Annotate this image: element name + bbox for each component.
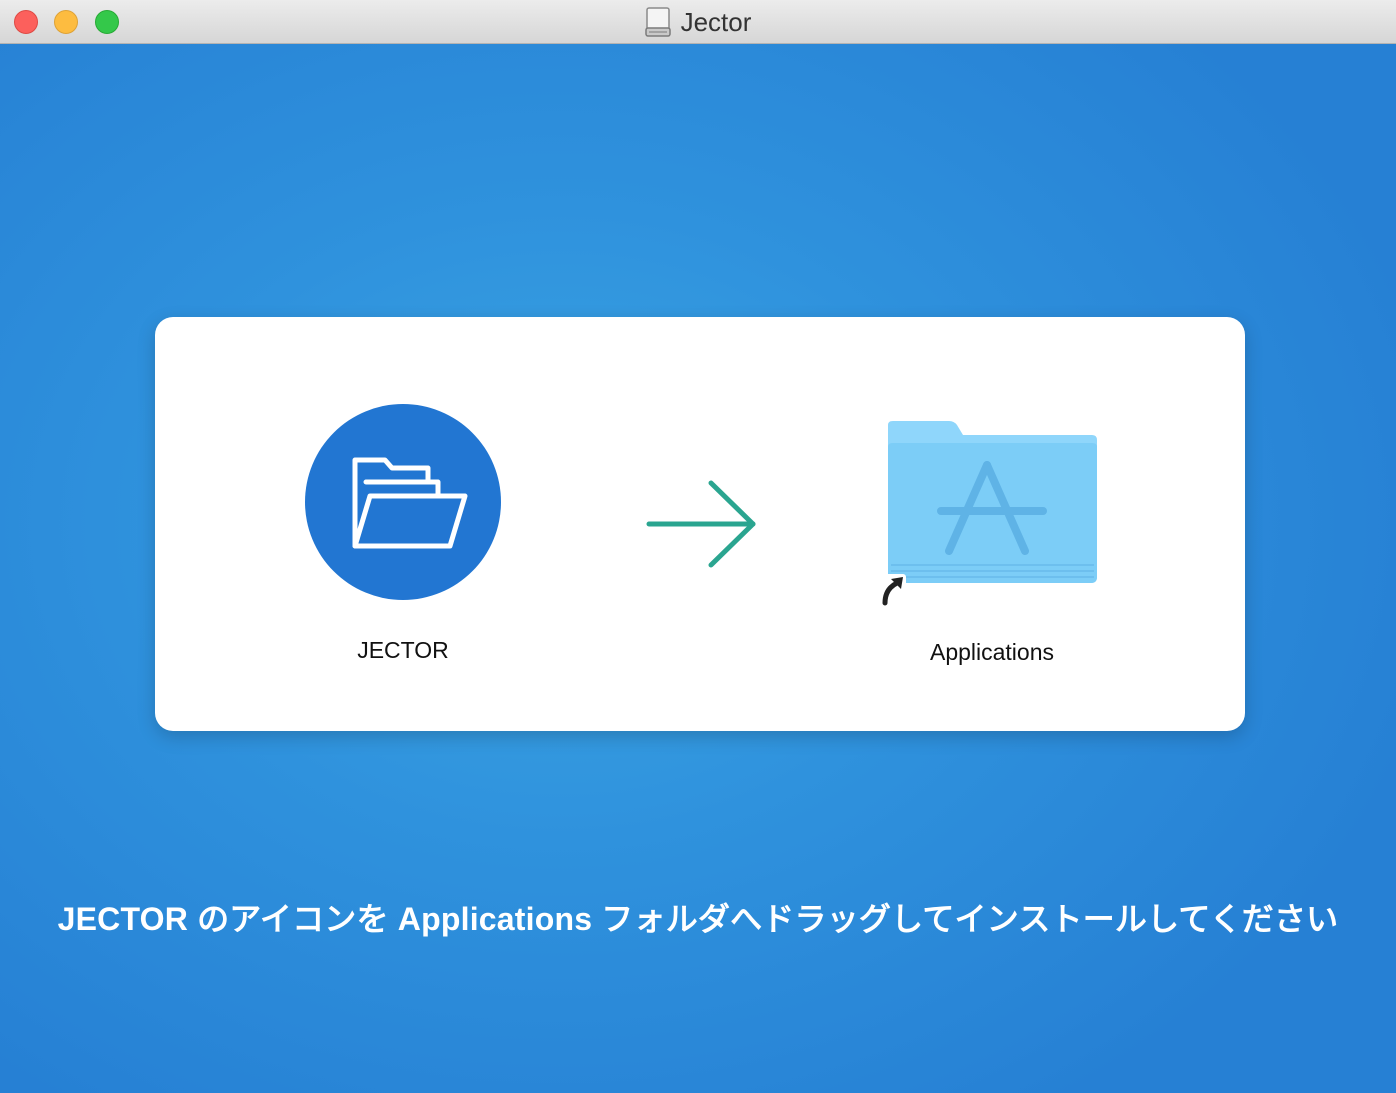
arrow-right-icon xyxy=(646,480,756,568)
title-bar[interactable]: Jector xyxy=(0,0,1396,44)
installer-window: Jector JECTOR Applications JECTOR のアイコンを… xyxy=(0,0,1396,1093)
open-folder-icon xyxy=(305,404,501,600)
installer-background: JECTOR Applications JECTOR のアイコンを Applic… xyxy=(0,44,1396,1093)
title-group: Jector xyxy=(0,0,1396,44)
install-instruction: JECTOR のアイコンを Applications フォルダへドラッグしてイン… xyxy=(57,901,1339,937)
window-title: Jector xyxy=(680,6,752,37)
drag-panel: JECTOR Applications xyxy=(155,317,1245,731)
disk-drive-icon xyxy=(644,7,671,37)
applications-label: Applications xyxy=(929,639,1055,665)
alias-arrow-icon xyxy=(878,574,906,606)
app-label: JECTOR xyxy=(357,637,449,663)
applications-folder-icon xyxy=(888,421,1097,583)
jector-app-item[interactable] xyxy=(305,404,501,600)
applications-folder-item[interactable] xyxy=(878,417,1103,607)
